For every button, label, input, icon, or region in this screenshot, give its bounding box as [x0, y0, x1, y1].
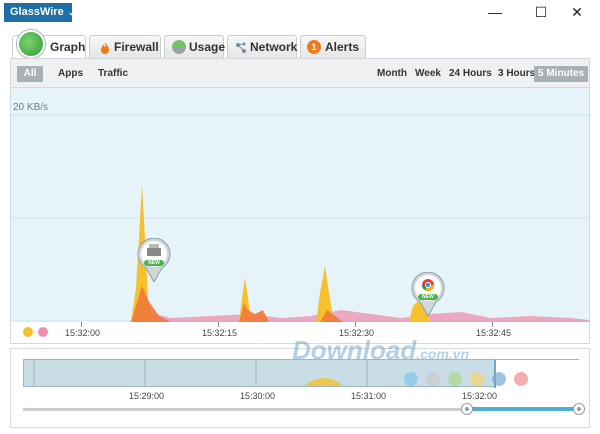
main-tabs: Graph Firewall Usage Network 1 Alerts — [0, 26, 600, 58]
timeline-label: 15:32:00 — [462, 391, 498, 401]
tab-alerts[interactable]: 1 Alerts — [300, 35, 366, 58]
range-month[interactable]: Month — [373, 66, 411, 82]
new-badge: NEW — [422, 294, 434, 300]
app-menu-button[interactable]: GlassWire ⌄ — [4, 3, 75, 22]
chevron-down-icon: ⌄ — [67, 7, 76, 17]
time-tick — [81, 322, 82, 327]
tab-label: Network — [250, 40, 298, 54]
minimize-button[interactable]: — — [480, 2, 510, 22]
timeline-label: 15:31:00 — [351, 391, 387, 401]
tab-usage[interactable]: Usage — [164, 35, 226, 58]
new-badge: NEW — [148, 260, 160, 266]
incoming-legend-icon[interactable] — [23, 327, 33, 337]
traffic-other-area — [131, 310, 589, 322]
alert-icon: 1 — [307, 40, 321, 54]
close-button[interactable]: ✕ — [562, 2, 592, 22]
tab-label: Alerts — [325, 40, 360, 54]
filter-bar: All Apps Traffic Month Week 24 Hours 3 H… — [10, 58, 590, 88]
range-24-hours[interactable]: 24 Hours — [445, 66, 496, 82]
tab-label: Usage — [189, 40, 226, 54]
app-event-pin-printer[interactable]: NEW — [137, 237, 171, 285]
timeline-selection[interactable] — [494, 360, 580, 388]
time-tick — [218, 322, 219, 327]
timeline-label: 15:30:00 — [240, 391, 276, 401]
watermark-dot — [404, 372, 418, 386]
filter-apps[interactable]: Apps — [54, 66, 87, 82]
range-end-handle[interactable] — [573, 403, 585, 415]
usage-icon — [172, 40, 186, 54]
time-tick — [355, 322, 356, 327]
traffic-outgoing-area — [239, 303, 269, 322]
range-3-hours[interactable]: 3 Hours — [494, 66, 539, 82]
tab-network[interactable]: Network — [227, 35, 297, 58]
network-icon — [234, 40, 248, 54]
traffic-graph-plot — [11, 114, 589, 322]
maximize-button[interactable]: ☐ — [526, 2, 556, 22]
filter-traffic[interactable]: Traffic — [94, 66, 132, 82]
watermark: Download.com.vn — [292, 335, 470, 365]
outgoing-legend-icon[interactable] — [38, 327, 48, 337]
time-label: 15:32:00 — [65, 328, 101, 338]
tab-label: Firewall — [114, 40, 159, 54]
range-start-handle[interactable] — [461, 403, 473, 415]
watermark-dot — [492, 372, 506, 386]
watermark-dot — [426, 372, 440, 386]
app-title: GlassWire — [10, 6, 64, 18]
filter-all[interactable]: All — [17, 66, 43, 82]
timeline-label: 15:29:00 — [129, 391, 165, 401]
tab-label: Graph — [50, 40, 86, 54]
timeline-range[interactable] — [467, 407, 579, 411]
watermark-dot — [514, 372, 528, 386]
tab-firewall[interactable]: Firewall — [89, 35, 161, 58]
time-label: 15:32:15 — [202, 328, 238, 338]
range-5-minutes[interactable]: 5 Minutes — [534, 66, 589, 82]
app-event-pin-chrome[interactable]: NEW — [411, 271, 445, 319]
watermark-dot — [448, 372, 462, 386]
glasswire-logo-icon — [17, 30, 45, 58]
traffic-graph[interactable]: 20 KB/s NEW NEW — [10, 88, 590, 343]
range-week[interactable]: Week — [411, 66, 445, 82]
time-tick — [492, 322, 493, 327]
flame-icon — [98, 40, 112, 54]
watermark-dot — [470, 372, 484, 386]
title-bar: GlassWire ⌄ — ☐ ✕ — [0, 0, 600, 26]
time-label: 15:32:45 — [476, 328, 512, 338]
